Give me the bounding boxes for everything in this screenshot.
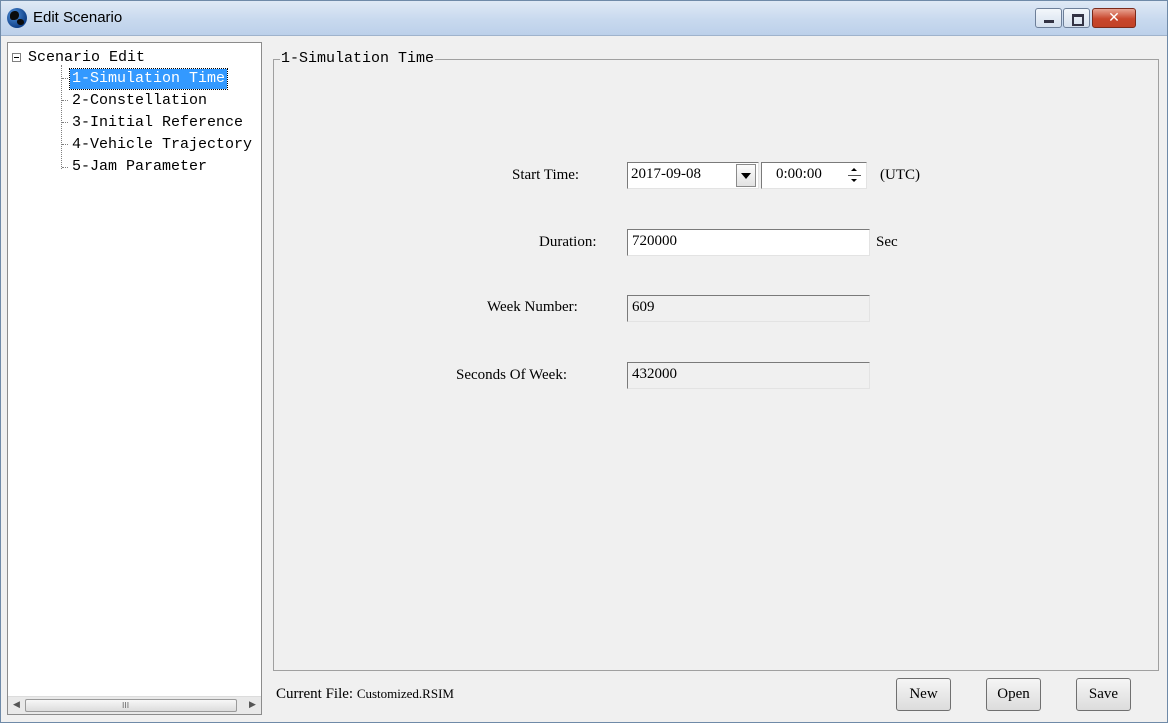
- timezone-label: (UTC): [880, 167, 920, 183]
- tree-item-initial-reference[interactable]: 3-Initial Reference: [70, 113, 245, 133]
- tree-connector: [62, 78, 68, 79]
- edit-scenario-window: Edit Scenario ✕ Scenario Edit 1-Simulati…: [0, 0, 1168, 723]
- maximize-icon: [1064, 9, 1089, 27]
- tree-connector: [62, 122, 68, 123]
- maximize-button[interactable]: [1063, 8, 1090, 28]
- duration-label: Duration:: [539, 234, 597, 250]
- close-icon: ✕: [1108, 10, 1120, 26]
- week-number-field: 609: [627, 295, 870, 322]
- spin-up-icon[interactable]: [845, 164, 864, 175]
- tree-connector: [62, 100, 68, 101]
- tree-item-vehicle-trajectory[interactable]: 4-Vehicle Trajectory: [70, 135, 254, 155]
- seconds-of-week-field: 432000: [627, 362, 870, 389]
- spin-down-icon[interactable]: [845, 176, 864, 187]
- close-button[interactable]: ✕: [1092, 8, 1136, 28]
- current-file-name: Customized.RSIM: [356, 686, 454, 701]
- horizontal-scrollbar[interactable]: ◀ III ▶: [8, 696, 261, 714]
- scenario-tree[interactable]: Scenario Edit 1-Simulation Time 2-Conste…: [7, 42, 262, 715]
- save-button[interactable]: Save: [1076, 678, 1131, 711]
- current-file-status: Current File: Customized.RSIM: [276, 684, 454, 704]
- tree-connector: [62, 144, 68, 145]
- new-button[interactable]: New: [896, 678, 951, 711]
- minimize-button[interactable]: [1035, 8, 1062, 28]
- tree-connector: [61, 65, 62, 169]
- open-button[interactable]: Open: [986, 678, 1041, 711]
- scrollbar-grip-icon: III: [122, 701, 130, 710]
- group-title: 1-Simulation Time: [280, 50, 436, 68]
- duration-input[interactable]: 720000: [627, 229, 870, 256]
- chevron-down-icon[interactable]: [736, 164, 756, 187]
- collapse-icon[interactable]: [12, 53, 21, 62]
- globe-icon: [7, 8, 27, 28]
- seconds-of-week-label: Seconds Of Week:: [456, 367, 567, 383]
- duration-unit: Sec: [876, 234, 898, 250]
- week-number-label: Week Number:: [487, 299, 578, 315]
- scrollbar-thumb[interactable]: III: [25, 699, 237, 712]
- tree-item-simulation-time[interactable]: 1-Simulation Time: [68, 68, 229, 90]
- tree-item-constellation[interactable]: 2-Constellation: [70, 91, 209, 111]
- scroll-right-icon[interactable]: ▶: [244, 697, 261, 714]
- window-title: Edit Scenario: [33, 9, 123, 26]
- scroll-left-icon[interactable]: ◀: [8, 697, 25, 714]
- tree-root-label[interactable]: Scenario Edit: [28, 48, 145, 68]
- current-file-label: Current File:: [276, 686, 354, 702]
- title-bar[interactable]: Edit Scenario ✕: [1, 1, 1167, 36]
- start-time-label: Start Time:: [512, 167, 580, 183]
- time-spinner[interactable]: [845, 164, 864, 187]
- minimize-icon: [1036, 9, 1061, 27]
- tree-item-jam-parameter[interactable]: 5-Jam Parameter: [70, 157, 209, 177]
- tree-connector: [62, 167, 68, 168]
